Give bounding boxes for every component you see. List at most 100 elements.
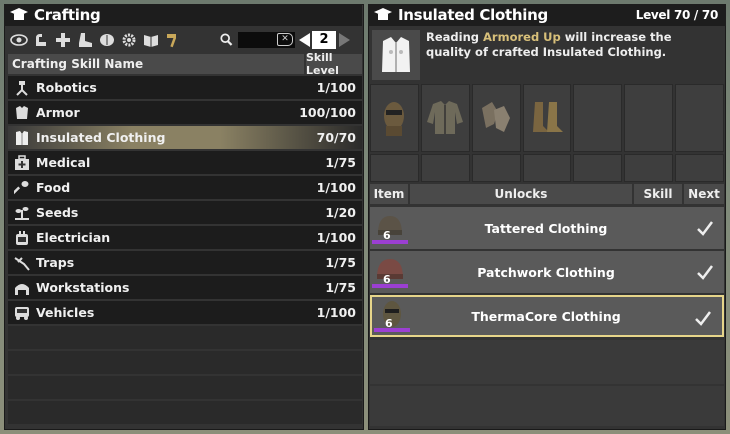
skill-name: Workstations <box>36 280 130 295</box>
skill-row-food[interactable]: Food 1/100 <box>8 176 362 199</box>
book-icon[interactable] <box>140 30 162 50</box>
skill-name: Traps <box>36 255 75 270</box>
item-slot[interactable] <box>471 154 521 182</box>
item-slot[interactable] <box>420 84 470 152</box>
robot-icon <box>12 80 32 96</box>
boot-icon[interactable] <box>74 30 96 50</box>
skill-name-column-header[interactable]: Crafting Skill Name <box>8 54 304 74</box>
item-slot[interactable] <box>573 84 623 152</box>
sprout-icon <box>12 205 32 221</box>
skill-row-seeds[interactable]: Seeds 1/20 <box>8 201 362 224</box>
skill-name: Medical <box>36 155 91 170</box>
page-number: 2 <box>312 31 336 49</box>
arm-icon[interactable] <box>30 30 52 50</box>
skill-name: Robotics <box>36 80 97 95</box>
skill-list: Robotics 1/100 Armor 100/100 Insulated C… <box>8 76 362 426</box>
skill-row-electrician[interactable]: Electrician 1/100 <box>8 226 362 249</box>
hammer-icon[interactable] <box>162 30 184 50</box>
item-column-label: Item <box>373 187 405 201</box>
previous-page-icon[interactable] <box>299 33 310 47</box>
unlock-row[interactable]: 6 Patchwork Clothing <box>370 251 724 293</box>
book-name[interactable]: Armored Up <box>483 30 561 44</box>
skill-detail-header: Insulated Clothing Level 70 / 70 <box>368 4 726 26</box>
empty-unlock-row <box>370 386 724 426</box>
skill-row-workstations[interactable]: Workstations 1/75 <box>8 276 362 299</box>
spoon-icon <box>12 180 32 196</box>
skill-level-column-label: Skill Level <box>306 51 339 77</box>
skill-row-medical[interactable]: Medical 1/75 <box>8 151 362 174</box>
skill-name: Insulated Clothing <box>36 130 166 145</box>
checkmark-icon <box>697 265 713 280</box>
empty-skill-row <box>8 401 362 424</box>
skill-level: 1/100 <box>316 305 356 320</box>
search-input[interactable]: ✕ <box>237 32 295 48</box>
empty-skill-row <box>8 376 362 399</box>
plus-icon[interactable] <box>52 30 74 50</box>
quality-number: 6 <box>383 273 391 286</box>
item-slot[interactable] <box>624 84 674 152</box>
medkit-icon <box>12 154 32 171</box>
skill-filter-toolbar: ✕ 2 <box>8 29 362 51</box>
boots-icon <box>532 102 563 132</box>
workbench-icon <box>12 280 32 296</box>
item-slot[interactable] <box>522 154 572 182</box>
next-column-header[interactable]: Next <box>684 184 724 204</box>
skill-row-robotics[interactable]: Robotics 1/100 <box>8 76 362 99</box>
unlock-name: Patchwork Clothing <box>477 264 615 280</box>
item-slot[interactable] <box>675 84 724 152</box>
skill-level-column-header[interactable]: Skill Level <box>306 51 362 77</box>
skill-level: 1/75 <box>325 255 356 270</box>
skill-name: Armor <box>36 105 80 120</box>
item-slot[interactable] <box>370 84 419 152</box>
empty-skill-row <box>8 351 362 374</box>
skill-detail-level: Level 70 / 70 <box>635 8 719 22</box>
unlock-name: ThermaCore Clothing <box>471 308 621 324</box>
skill-row-armor[interactable]: Armor 100/100 <box>8 101 362 124</box>
skill-name: Vehicles <box>36 305 95 320</box>
unlock-row-selected[interactable]: 6 ThermaCore Clothing <box>370 295 724 337</box>
gloves-icon <box>482 102 511 132</box>
search-area: ✕ 2 <box>220 29 350 51</box>
item-slot[interactable] <box>624 154 674 182</box>
next-page-icon[interactable] <box>339 33 350 47</box>
skill-level: 1/100 <box>316 80 356 95</box>
skill-column-header[interactable]: Skill <box>634 184 682 204</box>
skill-name: Food <box>36 180 71 195</box>
jacket-icon <box>427 101 464 134</box>
page-selector: 2 <box>299 31 350 49</box>
clear-search-icon[interactable]: ✕ <box>277 33 293 46</box>
item-slot[interactable] <box>522 84 572 152</box>
search-icon[interactable] <box>220 32 234 48</box>
mask-icon <box>384 102 405 136</box>
crafting-title: Crafting <box>34 6 101 24</box>
unlock-row[interactable]: 6 Tattered Clothing <box>370 207 724 249</box>
checkmark-icon <box>697 221 713 236</box>
unlock-name: Tattered Clothing <box>484 220 608 236</box>
item-slot[interactable] <box>420 154 470 182</box>
crafting-header: Crafting <box>4 4 362 26</box>
item-slot[interactable] <box>370 154 419 182</box>
skill-detail-title: Insulated Clothing <box>398 6 548 24</box>
skill-info-text: Reading Armored Up will increase the qua… <box>426 30 720 60</box>
empty-skill-row <box>8 326 362 349</box>
skill-row-traps[interactable]: Traps 1/75 <box>8 251 362 274</box>
balaclava-icon: 6 <box>374 298 410 334</box>
unlocks-column-header[interactable]: Unlocks <box>410 184 632 204</box>
skill-level: 1/75 <box>325 280 356 295</box>
item-slot[interactable] <box>471 84 521 152</box>
quality-number: 6 <box>383 229 391 242</box>
eye-icon[interactable] <box>8 30 30 50</box>
brain-icon[interactable] <box>96 30 118 50</box>
skill-level: 1/75 <box>325 155 356 170</box>
vehicle-icon <box>12 305 32 321</box>
skill-row-insulated-clothing[interactable]: Insulated Clothing 70/70 <box>8 126 362 149</box>
item-slot[interactable] <box>573 154 623 182</box>
item-column-header[interactable]: Item <box>370 184 408 204</box>
skill-level: 1/100 <box>316 180 356 195</box>
gear-icon[interactable] <box>118 30 140 50</box>
hat-icon: 6 <box>372 254 408 290</box>
skill-level: 1/20 <box>325 205 356 220</box>
item-slot[interactable] <box>675 154 724 182</box>
skill-name: Seeds <box>36 205 79 220</box>
skill-row-vehicles[interactable]: Vehicles 1/100 <box>8 301 362 324</box>
